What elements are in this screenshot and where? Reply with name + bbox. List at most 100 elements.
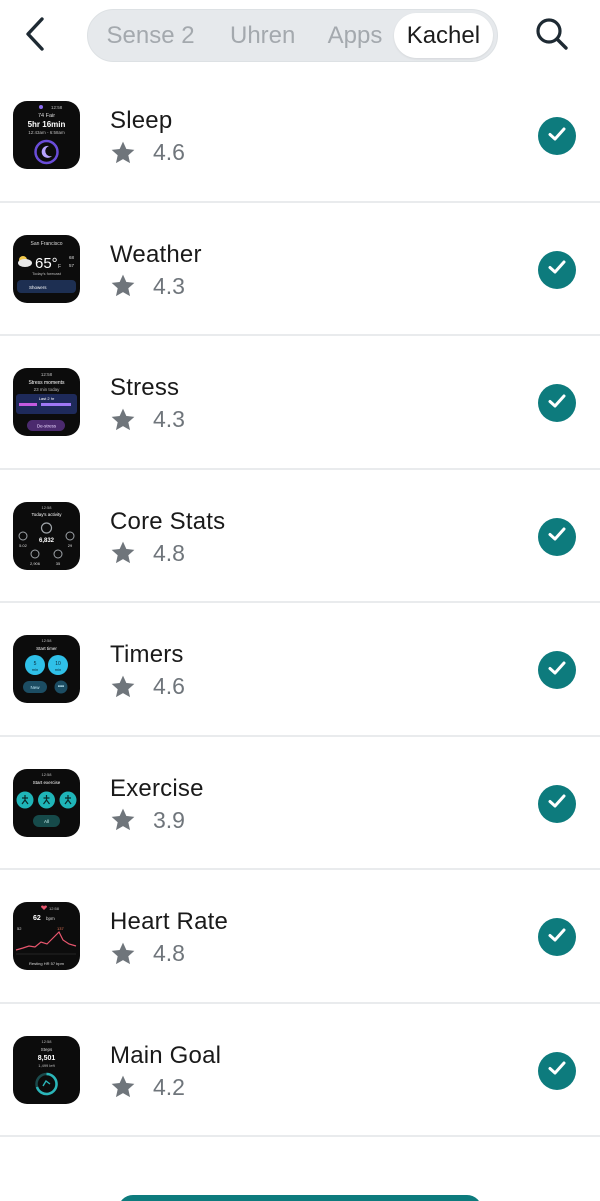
svg-text:5hr 16min: 5hr 16min — [28, 120, 66, 129]
check-icon — [546, 1057, 568, 1084]
list-item[interactable]: 12:58 74 Fair 5hr 16min 12:43am - 6:58am… — [0, 69, 600, 203]
svg-text:bpm: bpm — [46, 916, 55, 921]
installed-check-button[interactable] — [538, 1051, 576, 1090]
installed-check-button[interactable] — [538, 117, 576, 155]
svg-text:35: 35 — [56, 561, 61, 566]
star-icon — [110, 1074, 136, 1100]
svg-text:2,906: 2,906 — [30, 561, 41, 566]
svg-text:San Francisco: San Francisco — [31, 241, 63, 247]
rating-value: 4.8 — [153, 940, 185, 966]
installed-check-button[interactable] — [538, 651, 576, 689]
svg-text:Showers: Showers — [29, 285, 47, 290]
main-goal-tile-preview: 12:58 Steps 8,501 1,499 left — [13, 1035, 80, 1104]
svg-text:min: min — [55, 667, 61, 672]
check-icon — [546, 390, 568, 417]
tile-title: Stress — [110, 374, 180, 401]
tile-title: Heart Rate — [110, 908, 229, 935]
svg-text:57: 57 — [69, 263, 75, 268]
list-item[interactable]: 12:58 Start timer 5 min 10 min New ••• T… — [0, 603, 600, 737]
tile-title: Sleep — [110, 107, 173, 134]
list-item[interactable]: 12:58 Start exercise All Exercise 3.9 — [0, 737, 600, 870]
svg-text:Today's activity: Today's activity — [31, 512, 62, 517]
chevron-left-icon — [22, 16, 50, 57]
watch-time: 12:58 — [51, 105, 63, 110]
star-icon — [110, 674, 136, 700]
list-item[interactable]: 12:58 62 bpm 52 137 Resting HR 57 bpm He… — [0, 870, 600, 1004]
installed-check-button[interactable] — [538, 384, 576, 422]
heart-icon — [41, 905, 47, 910]
search-button[interactable] — [530, 14, 574, 58]
more-icon: ••• — [58, 685, 64, 691]
weather-tile-preview: San Francisco 65° F 68 57 Today's foreca… — [13, 234, 80, 303]
rating: 4.3 — [110, 406, 185, 433]
svg-text:65°: 65° — [35, 255, 58, 272]
rating-value: 4.3 — [153, 406, 185, 432]
installed-check-button[interactable] — [538, 784, 576, 823]
list-item[interactable]: San Francisco 65° F 68 57 Today's foreca… — [0, 203, 600, 336]
list-item[interactable]: 12:58 Today's activity 6,832 5.02 29 2,9… — [0, 470, 600, 603]
svg-text:6,832: 6,832 — [39, 538, 55, 544]
star-icon — [110, 540, 136, 566]
tab-apps[interactable]: Apps — [316, 13, 393, 58]
svg-text:137: 137 — [57, 926, 64, 931]
rating: 4.6 — [110, 673, 185, 700]
tile-list: 12:58 74 Fair 5hr 16min 12:43am - 6:58am… — [0, 69, 600, 1137]
rating: 3.9 — [110, 807, 185, 834]
tab-kachel[interactable]: Kachel — [393, 13, 494, 58]
tab-uhren[interactable]: Uhren — [209, 13, 316, 58]
star-icon — [110, 273, 136, 299]
svg-text:68: 68 — [69, 255, 75, 260]
svg-text:23 min today: 23 min today — [34, 387, 61, 392]
tile-title: Main Goal — [110, 1041, 222, 1069]
rating-value: 3.9 — [153, 806, 185, 833]
svg-text:1,499 left: 1,499 left — [38, 1063, 55, 1068]
bottom-action-button[interactable] — [118, 1195, 482, 1201]
svg-text:F: F — [58, 264, 61, 270]
moon-dot-icon — [39, 105, 43, 109]
svg-text:Resting HR 57 bpm: Resting HR 57 bpm — [29, 961, 65, 966]
rating: 4.2 — [110, 1074, 185, 1101]
back-button[interactable] — [16, 14, 56, 58]
svg-text:Steps: Steps — [41, 1047, 53, 1052]
sleep-ring-icon — [34, 139, 59, 165]
svg-text:Start timer: Start timer — [36, 646, 57, 651]
tile-title: Core Stats — [110, 507, 226, 535]
svg-text:min: min — [32, 667, 38, 672]
svg-text:12:58: 12:58 — [41, 1039, 52, 1044]
star-icon — [110, 140, 136, 166]
tile-title: Exercise — [110, 774, 204, 802]
device-category-tabs: Sense 2 Uhren Apps Kachel — [87, 9, 498, 62]
check-icon — [546, 657, 568, 684]
tab-sense-2[interactable]: Sense 2 — [92, 13, 209, 58]
tile-title: Timers — [110, 641, 184, 668]
list-item[interactable]: 12:58 Steps 8,501 1,499 left Main Goal 4… — [0, 1004, 600, 1137]
sleep-tile-preview: 12:58 74 Fair 5hr 16min 12:43am - 6:58am — [13, 101, 80, 169]
heart-rate-line — [15, 930, 77, 951]
list-item[interactable]: 12:58 Stress moments 23 min today Last 2… — [0, 336, 600, 470]
shoe-icon — [42, 1079, 51, 1086]
installed-check-button[interactable] — [538, 517, 576, 556]
svg-text:74 Fair: 74 Fair — [38, 113, 55, 119]
rating: 4.6 — [110, 139, 185, 166]
check-icon — [546, 924, 568, 951]
svg-text:12:58: 12:58 — [41, 372, 53, 377]
moon-icon — [41, 145, 52, 158]
stress-tile-preview: 12:58 Stress moments 23 min today Last 2… — [13, 368, 80, 436]
rating-value: 4.6 — [153, 139, 185, 165]
svg-text:29: 29 — [68, 543, 73, 548]
svg-text:All: All — [44, 819, 49, 824]
installed-check-button[interactable] — [538, 250, 576, 289]
svg-text:52: 52 — [17, 926, 22, 931]
heart-rate-tile-preview: 12:58 62 bpm 52 137 Resting HR 57 bpm — [13, 902, 80, 970]
svg-text:New: New — [30, 685, 40, 690]
timers-tile-preview: 12:58 Start timer 5 min 10 min New ••• — [13, 635, 80, 703]
svg-text:Last 2 hr: Last 2 hr — [39, 396, 55, 401]
check-icon — [546, 523, 568, 550]
rating-value: 4.3 — [153, 272, 185, 299]
svg-text:Today's forecast: Today's forecast — [32, 271, 62, 276]
svg-text:12:43am - 6:58am: 12:43am - 6:58am — [28, 130, 65, 135]
svg-text:5.02: 5.02 — [19, 543, 28, 548]
exercise-tile-preview: 12:58 Start exercise All — [13, 768, 80, 837]
installed-check-button[interactable] — [538, 918, 576, 956]
svg-text:Stress moments: Stress moments — [28, 380, 65, 386]
